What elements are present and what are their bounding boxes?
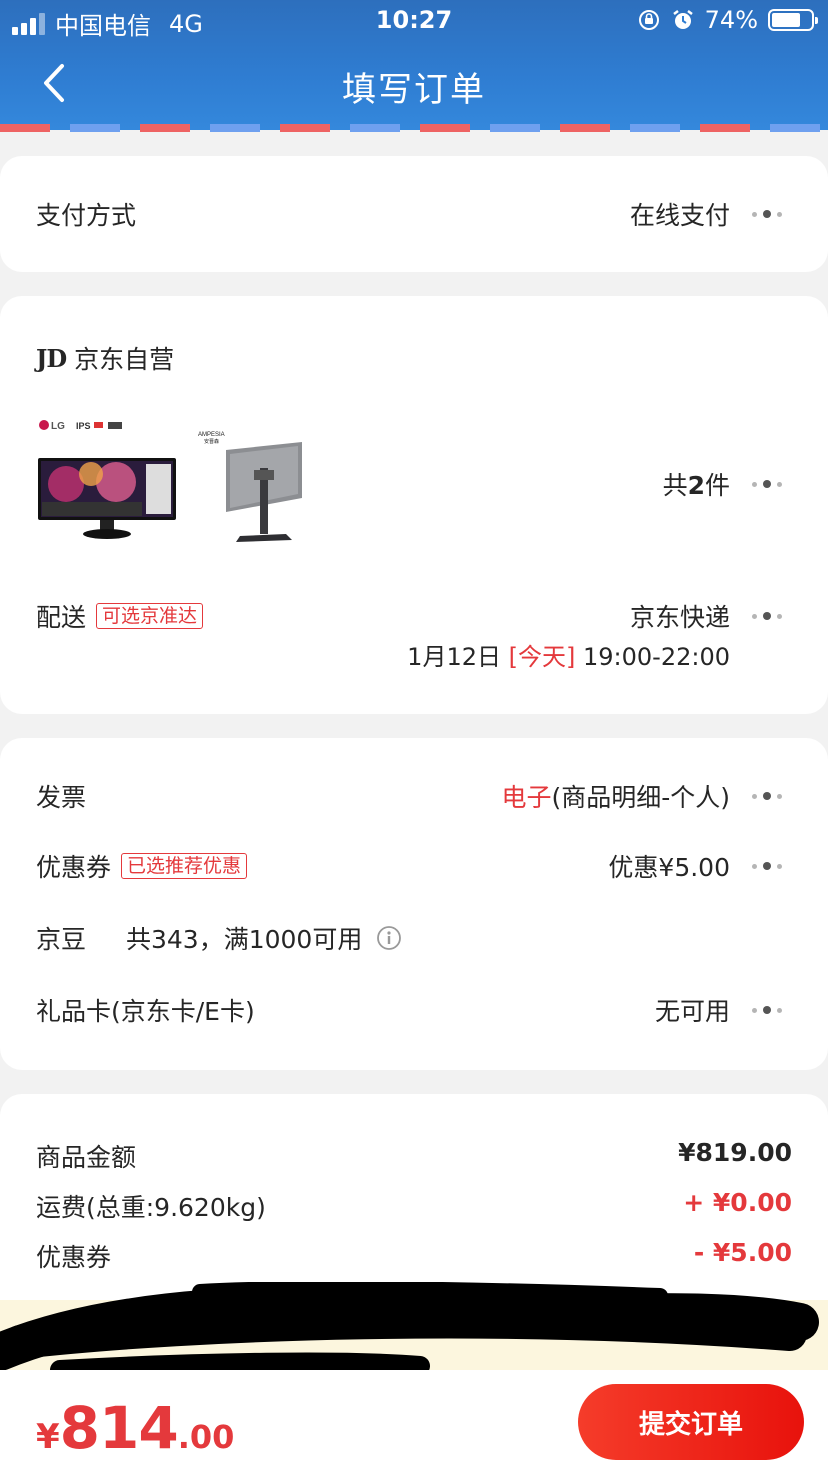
- giftcard-row[interactable]: 礼品卡(京东卡/E卡) 无可用: [36, 988, 792, 1032]
- item-count: 共2件: [663, 466, 730, 502]
- airmail-stripe: [0, 124, 828, 132]
- goods-amount-row: 商品金额 ¥819.00: [36, 1138, 792, 1174]
- product-thumbnail-lg-monitor[interactable]: LG IPS: [36, 414, 178, 544]
- options-card: 发票 电子(商品明细-个人) 优惠券 已选推荐优惠 优惠¥5.00 京豆 共34…: [0, 738, 828, 1070]
- giftcard-label: 礼品卡(京东卡/E卡): [36, 997, 255, 1026]
- freight-row: 运费(总重:9.620kg) + ¥0.00: [36, 1188, 792, 1224]
- delivery-time: 19:00-22:00: [583, 642, 730, 671]
- payment-value: 在线支付: [629, 201, 730, 230]
- jd-logo: JD: [36, 343, 67, 373]
- goods-amount: ¥819.00: [678, 1138, 792, 1167]
- delivery-method: 京东快递: [629, 603, 730, 632]
- delivery-today: [今天]: [508, 642, 576, 671]
- payment-card[interactable]: 支付方式 在线支付: [0, 156, 828, 272]
- invoice-detail: (商品明细-个人): [551, 783, 730, 812]
- submit-order-button[interactable]: 提交订单: [578, 1384, 804, 1460]
- checkout-bar: ¥ 814 .00 提交订单: [0, 1370, 828, 1472]
- beans-value: 共343，满1000可用: [126, 925, 363, 954]
- more-icon[interactable]: [752, 606, 792, 626]
- summary-coupon-label: 优惠券: [36, 1243, 112, 1272]
- beans-label: 京豆: [36, 925, 87, 954]
- orientation-lock-icon: [638, 10, 659, 30]
- coupon-value: 优惠¥5.00: [608, 853, 730, 882]
- total-decimal: .00: [177, 1418, 235, 1456]
- battery-icon: [768, 9, 818, 31]
- item-count-prefix: 共: [662, 471, 688, 500]
- total-integer: 814: [59, 1394, 179, 1462]
- svg-text:LG: LG: [51, 421, 65, 432]
- summary-coupon-row: 优惠券 - ¥5.00: [36, 1238, 792, 1274]
- shop-header: JD 京东自营: [36, 340, 174, 376]
- more-icon[interactable]: [752, 204, 792, 224]
- freight-label: 运费(总重:9.620kg): [36, 1193, 266, 1222]
- shop-name: 京东自营: [74, 345, 175, 374]
- alarm-icon: [672, 10, 693, 29]
- monitor-image: LG IPS: [38, 420, 176, 539]
- status-right: 74%: [637, 6, 818, 34]
- more-icon[interactable]: [752, 786, 792, 806]
- battery-percent: 74%: [704, 6, 758, 34]
- svg-text:IPS: IPS: [76, 421, 91, 431]
- invoice-type: 电子: [501, 783, 552, 812]
- delivery-tag[interactable]: 可选京准达: [96, 603, 204, 629]
- payment-label: 支付方式: [36, 201, 137, 230]
- goods-label: 商品金额: [36, 1143, 137, 1172]
- delivery-label: 配送: [36, 603, 87, 632]
- status-bar: 中国电信 4G 10:27 74%: [0, 0, 828, 42]
- total-currency: ¥: [36, 1417, 60, 1457]
- svg-text:安晋森: 安晋森: [204, 438, 219, 445]
- giftcard-value: 无可用: [654, 997, 730, 1026]
- beans-row: 京豆 共343，满1000可用: [36, 916, 792, 960]
- monitor-image: AMPESIA 安晋森: [198, 432, 302, 542]
- more-icon[interactable]: [752, 856, 792, 876]
- payment-row[interactable]: 支付方式 在线支付: [36, 192, 792, 236]
- invoice-label: 发票: [36, 783, 87, 812]
- delivery-date: 1月12日: [407, 642, 501, 671]
- coupon-label: 优惠券: [36, 853, 112, 882]
- shop-card: JD 京东自营 LG IPS AMPESIA 安晋森 共2件 配送 可选京准达 …: [0, 296, 828, 714]
- delivery-time-row: 1月12日 [今天] 19:00-22:00: [36, 632, 792, 676]
- info-icon[interactable]: [376, 925, 402, 951]
- more-icon[interactable]: [752, 474, 792, 494]
- item-count-number: 2: [687, 471, 705, 500]
- invoice-value: 电子(商品明细-个人): [501, 778, 730, 814]
- svg-text:AMPESIA: AMPESIA: [198, 432, 225, 438]
- page-title: 填写订单: [342, 70, 486, 110]
- freight-amount: + ¥0.00: [683, 1188, 792, 1217]
- coupon-row[interactable]: 优惠券 已选推荐优惠 优惠¥5.00: [36, 844, 792, 888]
- product-thumbnail-ampesia-monitor[interactable]: AMPESIA 安晋森: [196, 428, 306, 546]
- item-count-suffix: 件: [704, 471, 730, 500]
- order-total: ¥ 814 .00: [36, 1394, 234, 1462]
- delivery-slot: 1月12日 [今天] 19:00-22:00: [407, 637, 730, 672]
- more-icon[interactable]: [752, 1000, 792, 1020]
- invoice-row[interactable]: 发票 电子(商品明细-个人): [36, 774, 792, 818]
- app-header: 中国电信 4G 10:27 74% 填写订单: [0, 0, 828, 132]
- summary-coupon-amount: - ¥5.00: [693, 1238, 792, 1267]
- coupon-tag: 已选推荐优惠: [121, 853, 248, 879]
- redaction-scribble: [0, 1282, 819, 1380]
